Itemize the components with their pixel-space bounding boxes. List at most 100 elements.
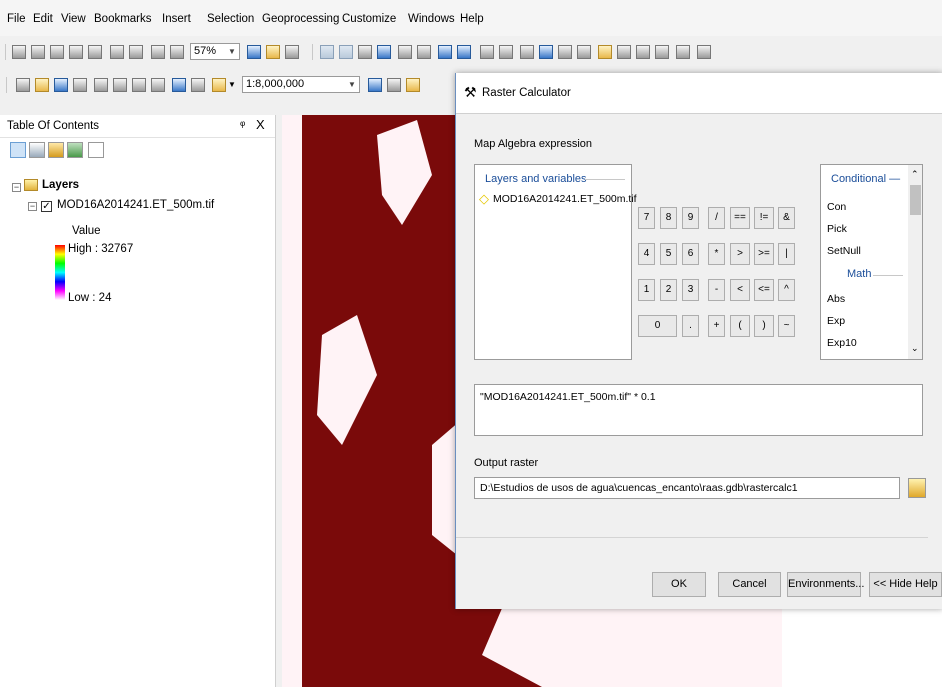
list-by-selection-icon[interactable] (67, 142, 83, 158)
toc-window-icon[interactable] (387, 78, 401, 92)
fixed-zoom-in-map-icon[interactable] (398, 45, 412, 59)
scroll-down-icon[interactable]: ⌄ (911, 343, 919, 354)
delete-icon[interactable] (151, 78, 165, 92)
calc-minus[interactable]: - (708, 279, 725, 301)
calc-xor[interactable]: ^ (778, 279, 795, 301)
menu-geoprocessing[interactable]: Geoprocessing (262, 13, 339, 25)
back-arrow-icon[interactable] (438, 45, 452, 59)
calc-equal[interactable]: == (730, 207, 750, 229)
menu-file[interactable]: File (7, 13, 26, 25)
paste-icon[interactable] (132, 78, 146, 92)
find-icon[interactable] (617, 45, 631, 59)
menu-windows[interactable]: Windows (408, 13, 455, 25)
identify-icon[interactable] (539, 45, 553, 59)
tools-scrollbar[interactable]: ⌃ ⌄ (908, 165, 922, 359)
zoom-100-icon[interactable] (88, 45, 102, 59)
html-popup-icon[interactable] (577, 45, 591, 59)
cut-icon[interactable] (94, 78, 108, 92)
calc-6[interactable]: 6 (682, 243, 699, 265)
clear-selection-icon[interactable] (499, 45, 513, 59)
map-scale-combo[interactable]: 1:8,000,000 ▼ (242, 76, 360, 93)
tool-con[interactable]: Con (827, 201, 846, 213)
editor-toolbar-icon[interactable] (368, 78, 382, 92)
close-icon[interactable]: X (256, 117, 265, 132)
pan-layout-icon[interactable] (50, 45, 64, 59)
layer-name[interactable]: MOD16A2014241.ET_500m.tif (57, 199, 214, 211)
cancel-button[interactable]: Cancel (718, 572, 781, 597)
save-icon[interactable] (54, 78, 68, 92)
change-layout-icon[interactable] (285, 45, 299, 59)
copy-icon[interactable] (113, 78, 127, 92)
fixed-zoom-out-icon[interactable] (129, 45, 143, 59)
output-raster-input[interactable]: D:\Estudios de usos de agua\cuencas_enca… (474, 477, 900, 499)
hide-help-button[interactable]: << Hide Help (869, 572, 942, 597)
list-by-drawing-order-icon[interactable] (10, 142, 26, 158)
list-by-source-icon[interactable] (29, 142, 45, 158)
select-features-icon[interactable] (480, 45, 494, 59)
fixed-zoom-out-map-icon[interactable] (417, 45, 431, 59)
calc-decimal[interactable]: . (682, 315, 699, 337)
menu-bookmarks[interactable]: Bookmarks (94, 13, 152, 25)
calc-plus[interactable]: + (708, 315, 725, 337)
calc-less-equal[interactable]: <= (754, 279, 774, 301)
menu-help[interactable]: Help (460, 13, 484, 25)
calc-and[interactable]: & (778, 207, 795, 229)
menu-selection[interactable]: Selection (207, 13, 254, 25)
print-icon[interactable] (73, 78, 87, 92)
calc-not[interactable]: ~ (778, 315, 795, 337)
scroll-up-icon[interactable]: ⌃ (911, 169, 919, 180)
calc-8[interactable]: 8 (660, 207, 677, 229)
menu-edit[interactable]: Edit (33, 13, 53, 25)
collapse-layer-icon[interactable]: − (28, 202, 37, 211)
calc-4[interactable]: 4 (638, 243, 655, 265)
calc-5[interactable]: 5 (660, 243, 677, 265)
calc-multiply[interactable]: * (708, 243, 725, 265)
calc-less[interactable]: < (730, 279, 750, 301)
redo-icon[interactable] (191, 78, 205, 92)
calc-open-paren[interactable]: ( (730, 315, 750, 337)
go-to-xy-icon[interactable] (655, 45, 669, 59)
fixed-zoom-in-icon[interactable] (110, 45, 124, 59)
tool-pick[interactable]: Pick (827, 223, 847, 235)
calc-greater[interactable]: > (730, 243, 750, 265)
calc-not-equal[interactable]: != (754, 207, 774, 229)
tool-setnull[interactable]: SetNull (827, 245, 861, 257)
select-elements-icon[interactable] (520, 45, 534, 59)
calc-or[interactable]: | (778, 243, 795, 265)
menu-insert[interactable]: Insert (162, 13, 191, 25)
viewer-window-icon[interactable] (697, 45, 711, 59)
layout-zoom-combo[interactable]: 57% ▼ (190, 43, 240, 60)
hyperlink-icon[interactable] (558, 45, 572, 59)
calc-1[interactable]: 1 (638, 279, 655, 301)
undo-icon[interactable] (172, 78, 186, 92)
go-back-extent-icon[interactable] (151, 45, 165, 59)
new-document-icon[interactable] (16, 78, 30, 92)
environments-button[interactable]: Environments... (787, 572, 864, 597)
calc-7[interactable]: 7 (638, 207, 655, 229)
layer-visibility-checkbox[interactable]: ✓ (41, 201, 52, 212)
calc-9[interactable]: 9 (682, 207, 699, 229)
tool-exp10[interactable]: Exp10 (827, 337, 857, 349)
layer-list-item[interactable]: MOD16A2014241.ET_500m.tif (493, 193, 637, 205)
menu-customize[interactable]: Customize (342, 13, 396, 25)
zoom-whole-page-icon[interactable] (69, 45, 83, 59)
browse-folder-icon[interactable] (908, 478, 926, 498)
time-slider-icon[interactable] (676, 45, 690, 59)
pan-icon[interactable] (358, 45, 372, 59)
add-data-icon[interactable] (212, 78, 226, 92)
catalog-window-icon[interactable] (406, 78, 420, 92)
menu-view[interactable]: View (61, 13, 86, 25)
measure-icon[interactable] (598, 45, 612, 59)
zoom-in-layout-icon[interactable] (12, 45, 26, 59)
add-data-dropdown-icon[interactable]: ▼ (228, 80, 236, 89)
calc-divide[interactable]: / (708, 207, 725, 229)
tool-exp[interactable]: Exp (827, 315, 845, 327)
layers-root-label[interactable]: Layers (42, 179, 79, 191)
toggle-draft-icon[interactable] (247, 45, 261, 59)
full-extent-icon[interactable] (377, 45, 391, 59)
pin-icon[interactable]: ᵠ (240, 118, 245, 132)
go-forward-extent-icon[interactable] (170, 45, 184, 59)
calc-0[interactable]: 0 (638, 315, 677, 337)
focus-data-frame-icon[interactable] (266, 45, 280, 59)
zoom-in-icon[interactable] (320, 45, 334, 59)
